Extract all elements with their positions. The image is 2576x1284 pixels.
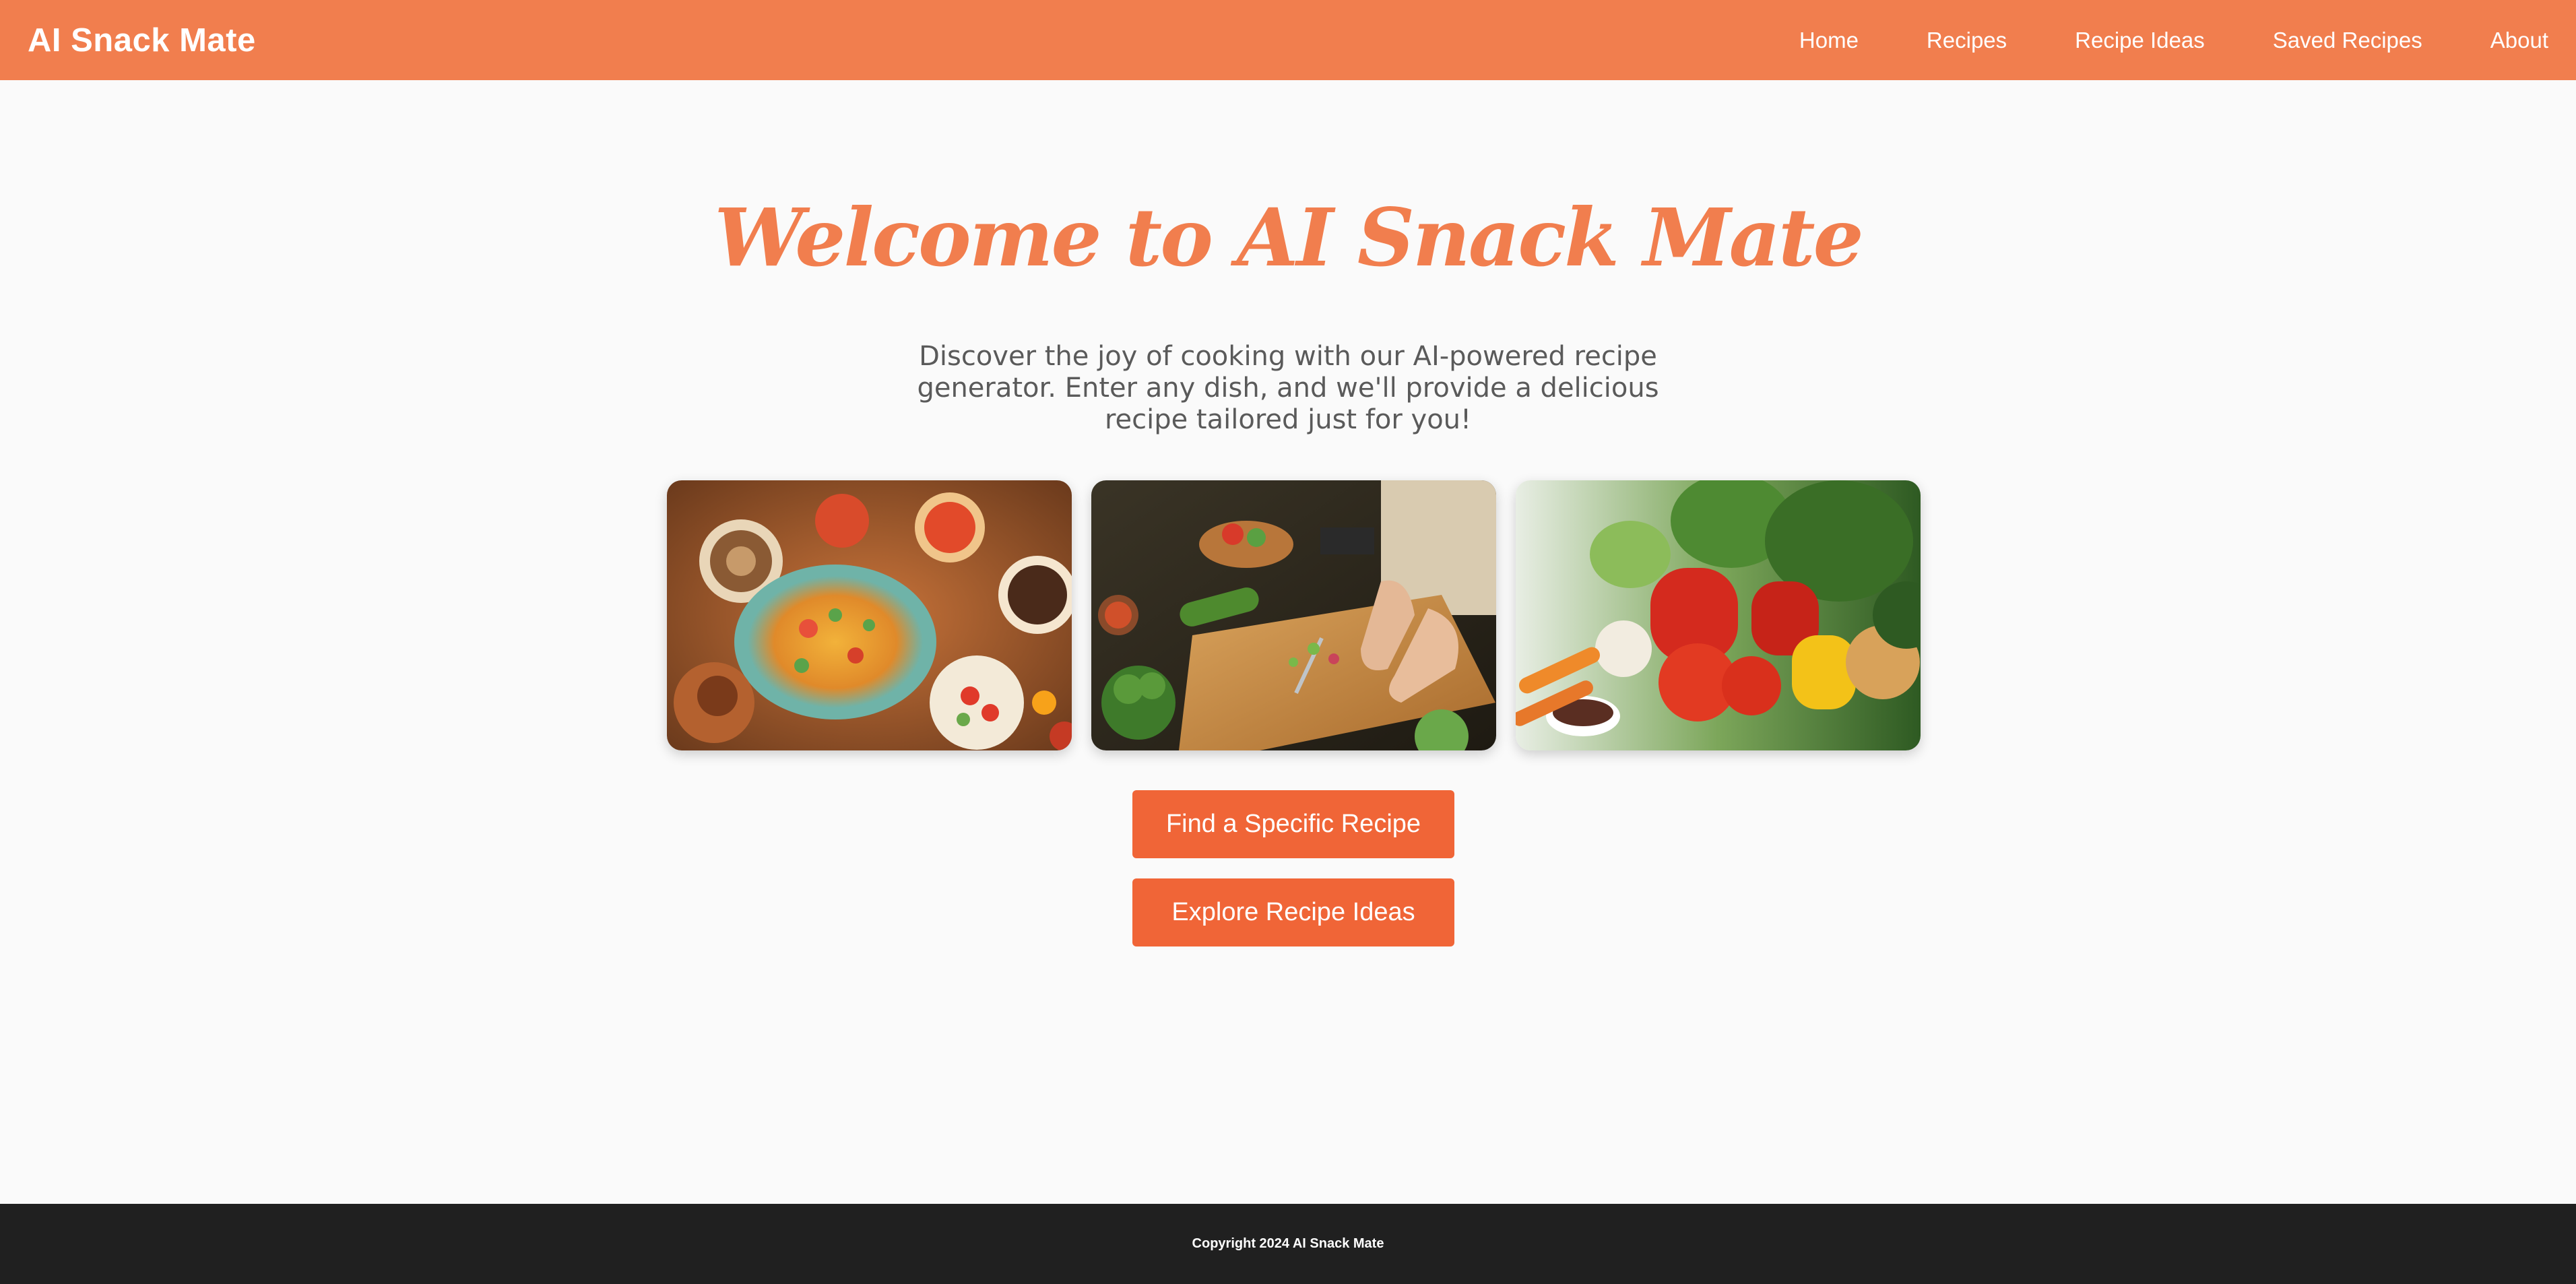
footer: Copyright 2024 AI Snack Mate (0, 1204, 2576, 1284)
top-nav-bar: AI Snack Mate Home Recipes Recipe Ideas … (0, 0, 2576, 80)
copyright-text: Copyright 2024 AI Snack Mate (1192, 1236, 1384, 1251)
explore-recipe-ideas-button[interactable]: Explore Recipe Ideas (1132, 878, 1454, 946)
main-nav: Home Recipes Recipe Ideas Saved Recipes … (1799, 0, 2548, 80)
nav-item-saved-recipes[interactable]: Saved Recipes (2273, 0, 2422, 80)
find-specific-recipe-button[interactable]: Find a Specific Recipe (1132, 790, 1454, 858)
page-title: Welcome to AI Snack Mate (714, 191, 1863, 284)
fresh-vegetables-image (1516, 480, 1921, 750)
image-gallery (667, 480, 1921, 750)
nav-item-home[interactable]: Home (1799, 0, 1859, 80)
nav-item-recipe-ideas[interactable]: Recipe Ideas (2075, 0, 2205, 80)
nav-item-recipes[interactable]: Recipes (1927, 0, 2007, 80)
page: AI Snack Mate Home Recipes Recipe Ideas … (0, 0, 2576, 1284)
chopping-vegetables-image (1091, 480, 1496, 750)
food-spread-image (667, 480, 1072, 750)
nav-item-about[interactable]: About (2490, 0, 2548, 80)
intro-text: Discover the joy of cooking with our AI-… (917, 341, 1659, 435)
site-logo[interactable]: AI Snack Mate (28, 22, 256, 59)
